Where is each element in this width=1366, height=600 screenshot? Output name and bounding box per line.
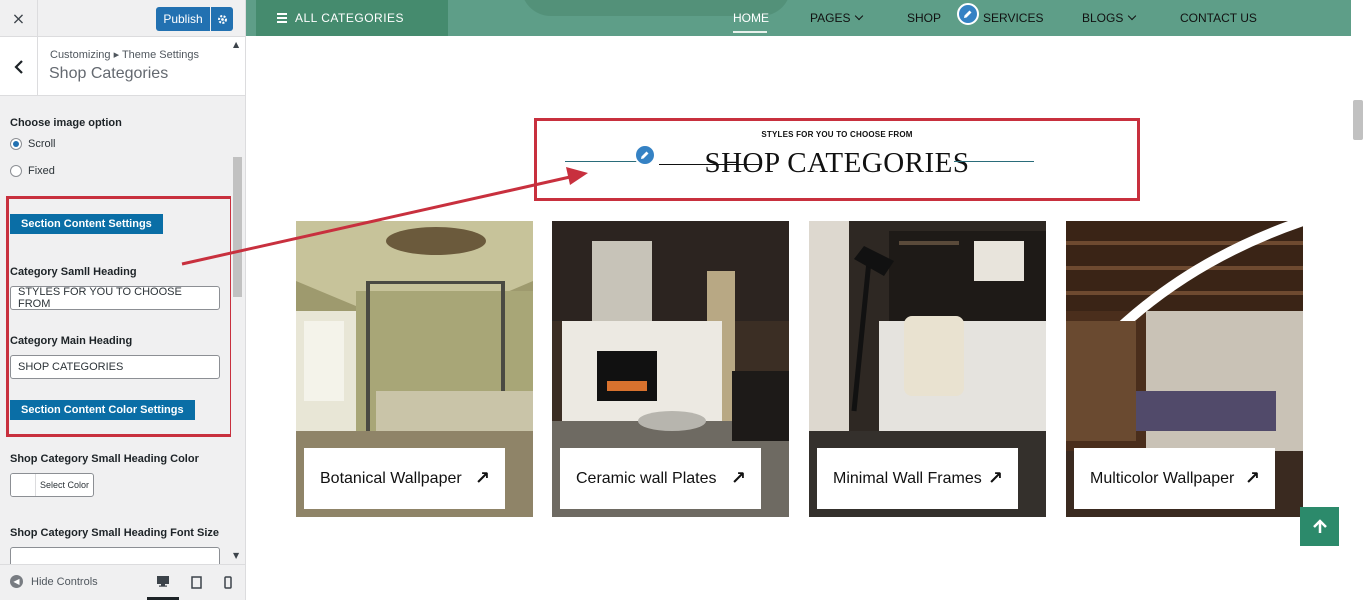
device-mobile-button[interactable]: [212, 565, 244, 600]
all-categories-label: ALL CATEGORIES: [295, 11, 405, 25]
page-scroll-thumb[interactable]: [1353, 100, 1363, 140]
nav-blogs[interactable]: BLOGS: [1082, 11, 1137, 25]
sidebar-scrollbar[interactable]: [231, 97, 244, 564]
category-caption[interactable]: Ceramic wall Plates ↗: [560, 448, 761, 509]
close-customizer-button[interactable]: ×: [0, 0, 38, 37]
category-title: Minimal Wall Frames: [833, 469, 982, 487]
pencil-icon: [641, 151, 649, 159]
radio-fixed-label: Fixed: [28, 165, 55, 177]
tablet-icon: [190, 576, 202, 589]
arrow-up-icon: [1312, 518, 1327, 533]
publish-button[interactable]: Publish: [156, 7, 210, 31]
category-card[interactable]: Botanical Wallpaper ↗: [296, 221, 533, 517]
section-info: Customizing ▸ Theme Settings Shop Catego…: [0, 37, 245, 96]
category-title: Botanical Wallpaper: [320, 469, 462, 487]
main-heading-label: Category Main Heading: [10, 335, 133, 347]
desktop-icon: [157, 576, 169, 587]
category-title: Multicolor Wallpaper: [1090, 469, 1235, 487]
heading-line-right: [954, 161, 1034, 162]
nav-shop[interactable]: SHOP: [907, 11, 941, 25]
category-card[interactable]: Multicolor Wallpaper ↗: [1066, 221, 1303, 517]
image-option-label: Choose image option: [10, 117, 122, 129]
radio-fixed[interactable]: Fixed: [10, 165, 55, 177]
edit-menu-shortcut[interactable]: [957, 3, 979, 25]
annotation-box-heading: STYLES FOR YOU TO CHOOSE FROM SHOP CATEG…: [534, 118, 1140, 201]
chevron-down-icon: [855, 11, 864, 21]
category-caption[interactable]: Botanical Wallpaper ↗: [304, 448, 505, 509]
arrow-up-right-icon: ↗: [1244, 468, 1260, 489]
small-heading-label: Category Samll Heading: [10, 266, 137, 278]
hide-controls-label: Hide Controls: [31, 575, 98, 588]
device-tablet-button[interactable]: [180, 565, 212, 600]
back-button[interactable]: [0, 37, 38, 96]
arrow-up-right-icon: ↗: [474, 468, 490, 489]
section-small-heading: STYLES FOR YOU TO CHOOSE FROM: [761, 130, 913, 139]
collapse-icon: ◀: [10, 575, 23, 588]
gear-icon: [217, 14, 227, 24]
nav-contact-label: CONTACT US: [1180, 11, 1257, 25]
nav-pages[interactable]: PAGES: [810, 11, 864, 25]
small-heading-font-size-input[interactable]: [10, 547, 220, 564]
category-card[interactable]: Minimal Wall Frames ↗: [809, 221, 1046, 517]
publish-settings-button[interactable]: [211, 7, 233, 31]
site-preview: ALL CATEGORIES HOME PAGES SHOP SERVICES …: [246, 0, 1366, 600]
small-heading-input[interactable]: STYLES FOR YOU TO CHOOSE FROM: [10, 286, 220, 310]
back-to-top-button[interactable]: [1300, 507, 1339, 546]
customizer-footer: ◀ Hide Controls: [0, 564, 245, 600]
nav-services-label: SERVICES: [983, 11, 1044, 25]
radio-icon[interactable]: [10, 165, 22, 177]
nav-blogs-label: BLOGS: [1082, 11, 1124, 25]
category-caption[interactable]: Minimal Wall Frames ↗: [817, 448, 1018, 509]
hide-controls-button[interactable]: ◀ Hide Controls: [10, 575, 98, 588]
color-swatch: [11, 474, 36, 496]
nav-pages-label: PAGES: [810, 11, 851, 25]
nav-shop-label: SHOP: [907, 11, 942, 25]
category-card[interactable]: Ceramic wall Plates ↗: [552, 221, 789, 517]
heading-strike: [659, 164, 759, 165]
color-picker-button[interactable]: Select Color: [10, 473, 94, 497]
main-navbar: ALL CATEGORIES HOME PAGES SHOP SERVICES …: [246, 0, 1351, 36]
mobile-icon: [224, 576, 232, 589]
nav-active-indicator: [733, 31, 767, 33]
section-main-heading: SHOP CATEGORIES: [704, 147, 970, 179]
radio-scroll-label: Scroll: [28, 138, 56, 150]
hamburger-icon: [277, 13, 287, 23]
nav-home[interactable]: HOME: [733, 11, 769, 25]
category-caption[interactable]: Multicolor Wallpaper ↗: [1074, 448, 1275, 509]
nav-contact[interactable]: CONTACT US: [1180, 11, 1257, 25]
sidebar-scroll-thumb[interactable]: [233, 157, 242, 297]
controls-panel: Choose image option Scroll Fixed Section…: [0, 97, 230, 564]
small-heading-color-label: Shop Category Small Heading Color: [10, 453, 199, 465]
all-categories-button[interactable]: ALL CATEGORIES: [256, 0, 448, 36]
category-title: Ceramic wall Plates: [576, 469, 717, 487]
chevron-down-icon: [1128, 11, 1137, 21]
small-heading-font-size-label: Shop Category Small Heading Font Size: [10, 527, 220, 539]
arrow-up-right-icon: ↗: [730, 468, 746, 489]
pencil-icon: [964, 10, 972, 18]
close-icon: ×: [11, 9, 26, 28]
scroll-down-icon[interactable]: ▼: [233, 551, 239, 560]
breadcrumb: Customizing ▸ Theme Settings: [50, 49, 199, 61]
edit-heading-shortcut[interactable]: [634, 144, 656, 166]
page-scrollbar[interactable]: [1351, 0, 1366, 600]
section-title: Shop Categories: [49, 65, 169, 82]
arrow-up-right-icon: ↗: [987, 468, 1003, 489]
customizer-header: × Publish: [0, 0, 245, 37]
radio-scroll[interactable]: Scroll: [10, 138, 56, 150]
main-heading-input[interactable]: SHOP CATEGORIES: [10, 355, 220, 379]
nav-services[interactable]: SERVICES: [983, 11, 1043, 25]
chevron-left-icon: [13, 59, 23, 74]
section-color-settings-button[interactable]: Section Content Color Settings: [10, 400, 195, 420]
nav-home-label: HOME: [733, 11, 769, 25]
section-content-settings-button[interactable]: Section Content Settings: [10, 214, 163, 234]
select-color-label: Select Color: [40, 480, 90, 490]
radio-icon[interactable]: [10, 138, 22, 150]
device-desktop-button[interactable]: [147, 565, 179, 600]
customizer-sidebar: × Publish Customizing ▸ Theme Settings S…: [0, 0, 246, 600]
scroll-up-icon[interactable]: ▲: [233, 40, 239, 49]
